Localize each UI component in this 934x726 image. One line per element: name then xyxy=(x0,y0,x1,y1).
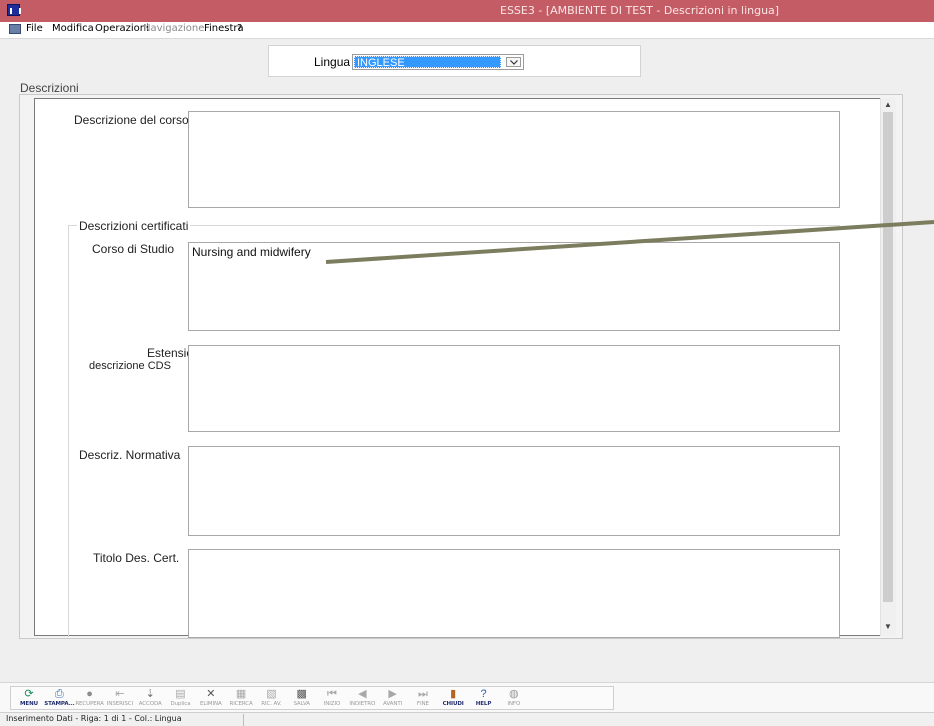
toolbar-button-fine[interactable]: ⏭ FINE xyxy=(408,688,438,710)
toolbar-label: CHIUDI xyxy=(442,701,464,707)
toolbar-label: AVANTI xyxy=(383,701,403,707)
toolbar-label: STAMPA... xyxy=(44,701,75,707)
toolbar-icon: ▮ xyxy=(450,688,457,700)
toolbar-label: Duplica xyxy=(170,701,191,707)
toolbar-icon: ◀ xyxy=(358,688,367,700)
toolbar-button-menu[interactable]: ⟳ MENU xyxy=(14,688,44,710)
toolbar-label: HELP xyxy=(475,701,492,707)
toolbar-label: ACCODA xyxy=(138,701,162,707)
toolbar-label: RICERCA xyxy=(229,701,253,707)
toolbar-button-avanti[interactable]: ▶ AVANTI xyxy=(378,688,408,710)
toolbar-icon: ? xyxy=(480,688,487,700)
toolbar-button-accoda[interactable]: ⇣ ACCODA xyxy=(135,688,165,710)
toolbar-icon: ⎙ xyxy=(54,688,64,700)
toolbar-button-inizio[interactable]: ⏮ INIZIO xyxy=(317,688,347,710)
toolbar-button-ricerca[interactable]: ▦ RICERCA xyxy=(226,688,256,710)
toolbar-icon: ▧ xyxy=(266,688,277,700)
status-separator xyxy=(243,714,244,726)
toolbar-button-help[interactable]: ? HELP xyxy=(469,688,499,710)
toolbar-icon: ● xyxy=(86,688,93,700)
toolbar-icon: ▤ xyxy=(175,688,186,700)
toolbar-icon: ▩ xyxy=(296,688,307,700)
status-bar: Inserimento Dati - Riga: 1 di 1 - Col.: … xyxy=(0,712,934,726)
toolbar-icon: ⏭ xyxy=(417,688,428,700)
toolbar-icon: ⏮ xyxy=(327,688,337,700)
toolbar-label: FINE xyxy=(416,701,429,707)
toolbar-icon: ▦ xyxy=(235,688,247,700)
toolbar-icon: ▶ xyxy=(388,688,397,700)
toolbar-button-salva[interactable]: ▩ SALVA xyxy=(287,688,317,710)
status-text: Inserimento Dati - Riga: 1 di 1 - Col.: … xyxy=(6,714,182,723)
toolbar-button-elimina[interactable]: ✕ ELIMINA xyxy=(196,688,226,710)
toolbar-button-chiudi[interactable]: ▮ CHIUDI xyxy=(438,688,468,710)
toolbar-icon: ⇤ xyxy=(115,688,125,700)
annotation-line xyxy=(325,220,934,264)
toolbar-label: SALVA xyxy=(293,701,310,707)
toolbar-icon: ◍ xyxy=(508,688,519,700)
toolbar-button-info[interactable]: ◍ INFO xyxy=(499,688,529,710)
toolbar-icon: ⇣ xyxy=(145,688,155,700)
toolbar-button-indietro[interactable]: ◀ INDIETRO xyxy=(347,688,377,710)
toolbar-label: INIZIO xyxy=(323,701,341,707)
toolbar-button-stampa[interactable]: ⎙ STAMPA... xyxy=(44,688,74,710)
toolbar-button-duplica[interactable]: ▤ Duplica xyxy=(166,688,196,710)
toolbar-label: ELIMINA xyxy=(199,701,222,707)
toolbar-label: RIC. AV. xyxy=(261,701,282,707)
toolbar-button-recupera[interactable]: ● RECUPERA xyxy=(75,688,105,710)
toolbar-label: RECUPERA xyxy=(75,701,104,707)
toolbar-icon: ⟳ xyxy=(24,688,34,700)
toolbar-label: INFO xyxy=(507,701,521,707)
toolbar-label: MENU xyxy=(20,701,38,707)
toolbar-button-ric-av[interactable]: ▧ RIC. AV. xyxy=(256,688,286,710)
toolbar-button-inserisci[interactable]: ⇤ INSERISCI xyxy=(105,688,135,710)
toolbar-label: INDIETRO xyxy=(349,701,376,707)
toolbar-icon: ✕ xyxy=(206,688,216,700)
toolbar-label: INSERISCI xyxy=(106,701,133,707)
